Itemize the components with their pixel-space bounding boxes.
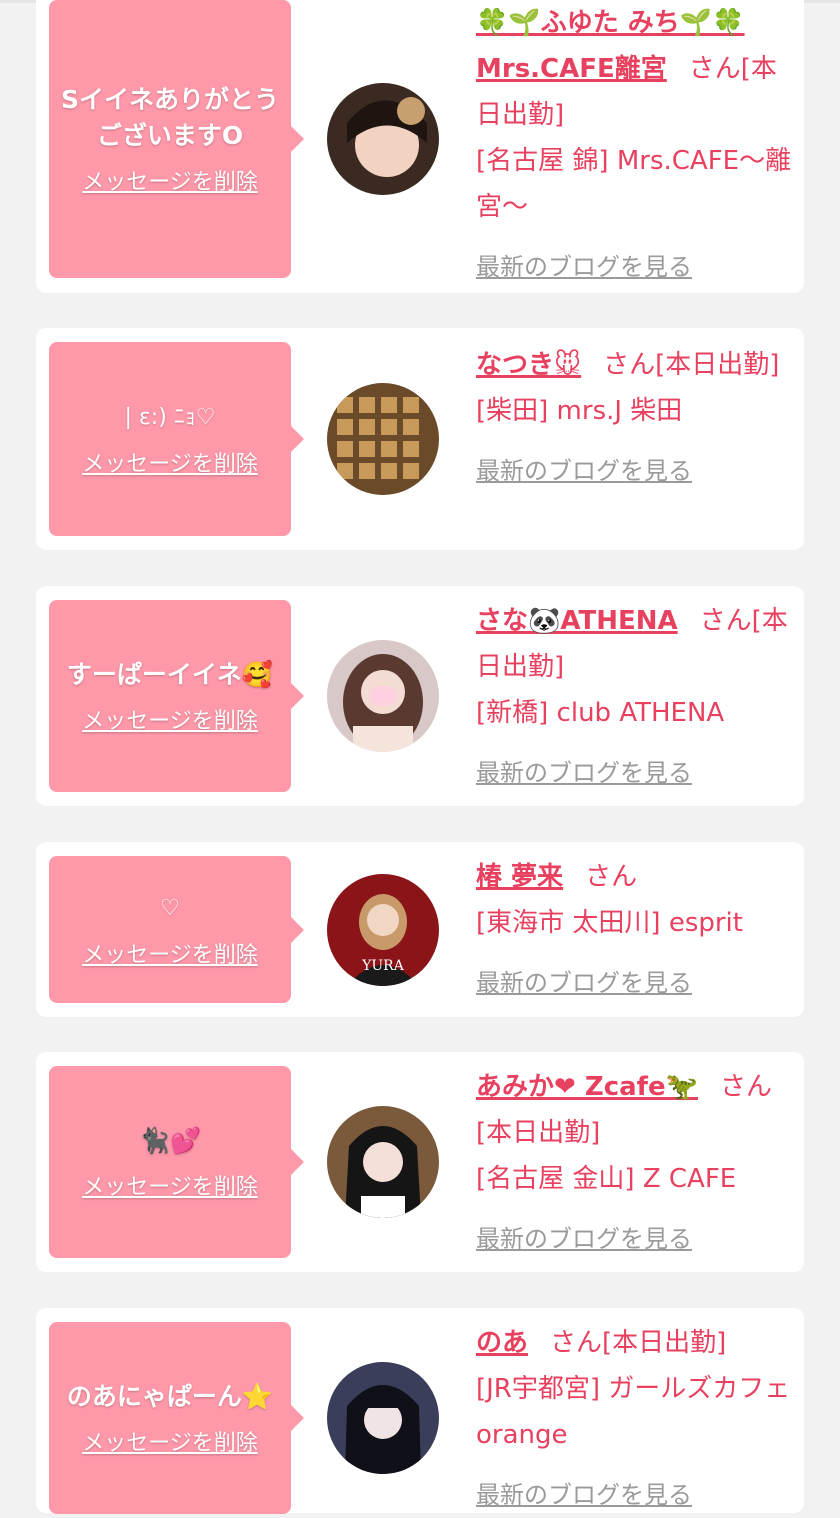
message-bubble: SイイネありがとうございますO メッセージを削除 — [49, 0, 304, 278]
cast-name-link[interactable]: 椿 夢来 — [476, 862, 563, 892]
message-bubble: | ε:) ﾆｮ♡ メッセージを削除 — [49, 342, 304, 536]
message-bubble: 🐈‍⬛💕 メッセージを削除 — [49, 1066, 304, 1258]
message-text: | ε:) ﾆｮ♡ — [124, 405, 216, 430]
latest-blog-link[interactable]: 最新のブログを見る — [476, 750, 792, 796]
delete-message-link[interactable]: メッセージを削除 — [82, 937, 258, 969]
cast-shop: [新橋] club ATHENA — [476, 698, 725, 728]
avatar[interactable] — [327, 1106, 439, 1218]
cast-shop: [名古屋 金山] Z CAFE — [476, 1164, 737, 1194]
cast-info: なつき🐭 さん[本日出勤] [柴田] mrs.J 柴田 最新のブログを見る — [476, 342, 792, 494]
avatar-photo-icon — [327, 83, 439, 195]
cast-info: 🍀🌱ふゆた みち🌱🍀Mrs.CAFE離宮 さん[本日出勤] [名古屋 錦] Mrs… — [476, 0, 792, 290]
message-bubble: ♡ メッセージを削除 — [49, 856, 304, 1003]
avatar[interactable]: YURA — [327, 874, 439, 986]
message-bubble: のあにゃぱーん⭐ メッセージを削除 — [49, 1322, 304, 1514]
latest-blog-link[interactable]: 最新のブログを見る — [476, 1472, 792, 1518]
cast-name-link[interactable]: なつき🐭 — [476, 350, 581, 380]
delete-message-link[interactable]: メッセージを削除 — [82, 703, 258, 735]
latest-blog-link[interactable]: 最新のブログを見る — [476, 960, 792, 1006]
cast-name-link[interactable]: あみか❤ Zcafe🦖 — [476, 1072, 698, 1102]
avatar-photo-icon: YURA — [327, 874, 439, 986]
cast-name-link[interactable]: さな🐼ATHENA — [476, 606, 678, 636]
favorite-card: 🐈‍⬛💕 メッセージを削除 あみか❤ Zcafe🦖 さん[本日出勤] [名古屋 金… — [36, 1052, 804, 1272]
avatar-photo-icon — [327, 640, 439, 752]
favorite-card: すーぱーイイネ🥰 メッセージを削除 さな🐼ATHENA さん[本日出勤] [新橋]… — [36, 586, 804, 806]
cast-status: さん — [585, 862, 638, 892]
avatar-photo-icon — [327, 1362, 439, 1474]
message-text: すーぱーイイネ🥰 — [66, 660, 274, 689]
delete-message-link[interactable]: メッセージを削除 — [82, 1169, 258, 1201]
favorite-card: SイイネありがとうございますO メッセージを削除 🍀🌱ふゆた みち🌱🍀Mrs.C… — [36, 0, 804, 293]
cast-shop: [東海市 太田川] esprit — [476, 908, 743, 938]
latest-blog-link[interactable]: 最新のブログを見る — [476, 448, 792, 494]
message-text: SイイネありがとうございますO — [60, 85, 279, 150]
latest-blog-link[interactable]: 最新のブログを見る — [476, 1216, 792, 1262]
avatar[interactable] — [327, 383, 439, 495]
cast-shop: [名古屋 錦] Mrs.CAFE～離宮～ — [476, 146, 792, 222]
cast-info: のあ さん[本日出勤] [JR宇都宮] ガールズカフェ orange 最新のブログ… — [476, 1320, 792, 1518]
svg-text:YURA: YURA — [361, 958, 405, 974]
cast-info: さな🐼ATHENA さん[本日出勤] [新橋] club ATHENA 最新のブロ… — [476, 598, 792, 796]
favorite-card: | ε:) ﾆｮ♡ メッセージを削除 なつき🐭 さん[本日出勤] [柴田] mrs… — [36, 328, 804, 550]
cast-shop: [JR宇都宮] ガールズカフェ orange — [476, 1374, 791, 1450]
delete-message-link[interactable]: メッセージを削除 — [82, 446, 258, 478]
avatar[interactable] — [327, 83, 439, 195]
message-text: ♡ — [160, 895, 180, 921]
delete-message-link[interactable]: メッセージを削除 — [82, 164, 258, 196]
favorite-card: のあにゃぱーん⭐ メッセージを削除 のあ さん[本日出勤] [JR宇都宮] ガール… — [36, 1308, 804, 1514]
cast-info: あみか❤ Zcafe🦖 さん[本日出勤] [名古屋 金山] Z CAFE 最新のブ… — [476, 1064, 792, 1262]
message-text: 🐈‍⬛💕 — [138, 1126, 202, 1155]
avatar[interactable] — [327, 1362, 439, 1474]
cast-status: さん[本日出勤] — [550, 1328, 727, 1358]
cast-shop: [柴田] mrs.J 柴田 — [476, 396, 683, 426]
cast-status: さん[本日出勤] — [603, 350, 780, 380]
cast-name-link[interactable]: のあ — [476, 1328, 528, 1358]
avatar[interactable] — [327, 640, 439, 752]
avatar-photo-icon — [327, 383, 439, 495]
message-text: のあにゃぱーん⭐ — [66, 1382, 274, 1411]
message-bubble: すーぱーイイネ🥰 メッセージを削除 — [49, 600, 304, 792]
latest-blog-link[interactable]: 最新のブログを見る — [476, 244, 792, 290]
favorite-card: ♡ メッセージを削除 YURA 椿 夢来 さん [東海市 太田川] esprit … — [36, 842, 804, 1017]
cast-info: 椿 夢来 さん [東海市 太田川] esprit 最新のブログを見る — [476, 854, 792, 1006]
avatar-photo-icon — [327, 1106, 439, 1218]
delete-message-link[interactable]: メッセージを削除 — [82, 1425, 258, 1457]
